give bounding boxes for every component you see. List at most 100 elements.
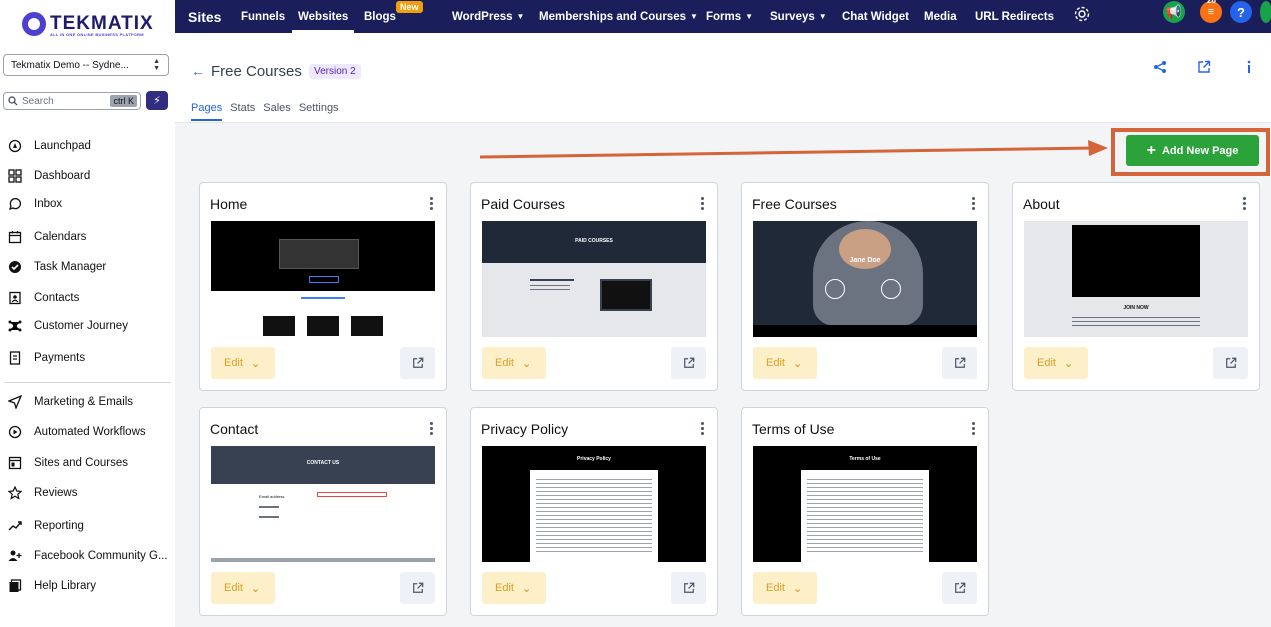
tab-sales[interactable]: Sales <box>263 102 291 121</box>
tab-stats[interactable]: Stats <box>230 102 255 121</box>
more-vertical-icon[interactable] <box>430 422 434 436</box>
external-link-icon[interactable] <box>1196 59 1212 75</box>
share-icon[interactable] <box>1152 59 1168 75</box>
nav-chat-widget[interactable]: Chat Widget <box>842 0 909 33</box>
open-page-button[interactable] <box>400 347 435 379</box>
thumb-heading: Privacy Policy <box>577 456 611 462</box>
sidebar-item-facebook-community[interactable]: Facebook Community G... <box>8 546 173 566</box>
nav-url-redirects[interactable]: URL Redirects <box>975 0 1054 33</box>
card-title: Terms of Use <box>752 421 835 437</box>
chevron-down-icon: ⌄ <box>250 357 261 370</box>
sidebar-item-task-manager[interactable]: Task Manager <box>8 257 173 277</box>
page-card-privacy-policy[interactable]: Privacy Policy Privacy Policy Edit ⌄ <box>470 407 718 616</box>
page-header: ← Free Courses Version 2 Pages Stats Sal… <box>175 33 1271 123</box>
nav-blogs[interactable]: Blogs <box>364 0 396 33</box>
thumb-heading: Terms of Use <box>849 456 881 462</box>
edit-button[interactable]: Edit ⌄ <box>1024 347 1088 379</box>
send-icon <box>8 395 22 409</box>
search-shortcut: ctrl K <box>110 95 137 107</box>
nav-websites[interactable]: Websites <box>291 0 355 33</box>
chevron-down-icon: ▼ <box>745 12 754 21</box>
gear-icon[interactable] <box>1073 5 1091 23</box>
user-plus-icon <box>8 549 22 563</box>
grid-icon <box>8 169 22 183</box>
sidebar-item-launchpad[interactable]: Launchpad <box>8 136 173 156</box>
chat-icon <box>8 197 22 211</box>
tab-pages[interactable]: Pages <box>191 102 223 121</box>
plus-icon: + <box>1146 141 1156 159</box>
sidebar-item-reviews[interactable]: Reviews <box>8 483 173 503</box>
more-vertical-icon[interactable] <box>701 197 705 211</box>
page-card-about[interactable]: About JOIN NOW Edit ⌄ <box>1012 182 1260 391</box>
nav-title[interactable]: Sites <box>188 0 221 33</box>
nav-memberships-courses[interactable]: Memberships and Courses ▼ <box>539 0 698 33</box>
sidebar-item-marketing-emails[interactable]: Marketing & Emails <box>8 392 173 412</box>
rocket-icon <box>8 139 22 153</box>
account-name: Tekmatix Demo -- Sydne... <box>11 59 129 71</box>
more-vertical-icon[interactable] <box>430 197 434 211</box>
edit-button[interactable]: Edit ⌄ <box>482 572 546 604</box>
page-thumbnail: Privacy Policy <box>482 446 706 562</box>
help-button[interactable]: ? <box>1230 1 1252 23</box>
edit-label: Edit <box>766 357 785 369</box>
nav-wordpress[interactable]: WordPress ▼ <box>452 0 524 33</box>
brand-logo[interactable]: TEKMATIX ALL IN ONE ONLINE BUSINESS PLAT… <box>22 10 154 38</box>
sidebar-item-customer-journey[interactable]: Customer Journey <box>8 316 173 336</box>
back-arrow-icon[interactable]: ← <box>191 63 205 79</box>
info-icon[interactable] <box>1241 59 1257 75</box>
quick-actions-button[interactable]: ⚡ <box>146 91 168 110</box>
sidebar-item-sites-and-courses[interactable]: Sites and Courses <box>8 453 173 473</box>
sidebar-item-inbox[interactable]: Inbox <box>8 194 173 214</box>
annotation-arrow <box>480 140 1108 159</box>
tab-settings[interactable]: Settings <box>299 102 339 121</box>
page-card-home[interactable]: Home Edit ⌄ <box>199 182 447 391</box>
page-card-contact[interactable]: Contact CONTACT US Email address Edit ⌄ <box>199 407 447 616</box>
sidebar-item-label: Marketing & Emails <box>34 396 134 408</box>
nav-label: Forms <box>706 10 742 23</box>
add-new-page-button[interactable]: + Add New Page <box>1126 135 1259 166</box>
edit-button[interactable]: Edit ⌄ <box>211 572 275 604</box>
announcement-button[interactable]: 📢 <box>1163 1 1185 23</box>
page-card-free-courses[interactable]: Free Courses Jane Doe Edit ⌄ <box>741 182 989 391</box>
thumb-heading: PAID COURSES <box>575 238 613 244</box>
open-page-button[interactable] <box>1213 347 1248 379</box>
open-page-button[interactable] <box>671 347 706 379</box>
sidebar-item-label: Reporting <box>34 520 84 532</box>
edit-button[interactable]: Edit ⌄ <box>753 347 817 379</box>
payments-icon <box>8 351 22 365</box>
sidebar-item-automated-workflows[interactable]: Automated Workflows <box>8 422 173 442</box>
more-vertical-icon[interactable] <box>972 197 976 211</box>
more-vertical-icon[interactable] <box>972 422 976 436</box>
sidebar-item-reporting[interactable]: Reporting <box>8 516 173 536</box>
card-title: Privacy Policy <box>481 421 569 437</box>
sidebar-item-label: Dashboard <box>34 170 91 182</box>
nav-surveys[interactable]: Surveys ▼ <box>770 0 827 33</box>
account-switcher[interactable]: Tekmatix Demo -- Sydne... ▲ ▼ <box>3 54 169 76</box>
sidebar-item-payments[interactable]: Payments <box>8 348 173 368</box>
edit-button[interactable]: Edit ⌄ <box>211 347 275 379</box>
sidebar-item-dashboard[interactable]: Dashboard <box>8 166 173 186</box>
nav-funnels[interactable]: Funnels <box>241 0 285 33</box>
page-thumbnail: JOIN NOW <box>1024 221 1248 337</box>
page-thumbnail: CONTACT US Email address <box>211 446 435 562</box>
edit-label: Edit <box>224 357 243 369</box>
external-link-icon <box>412 357 423 368</box>
more-vertical-icon[interactable] <box>1243 197 1247 211</box>
open-page-button[interactable] <box>400 572 435 604</box>
sidebar-item-help-library[interactable]: Help Library <box>8 576 173 596</box>
open-page-button[interactable] <box>942 572 977 604</box>
open-page-button[interactable] <box>671 572 706 604</box>
more-vertical-icon[interactable] <box>701 422 705 436</box>
sidebar-item-contacts[interactable]: Contacts <box>8 288 173 308</box>
page-card-terms-of-use[interactable]: Terms of Use Terms of Use Edit ⌄ <box>741 407 989 616</box>
sidebar-item-label: Customer Journey <box>34 320 128 332</box>
sidebar-item-calendars[interactable]: Calendars <box>8 227 173 247</box>
edit-button[interactable]: Edit ⌄ <box>482 347 546 379</box>
nav-forms[interactable]: Forms ▼ <box>706 0 753 33</box>
page-card-paid-courses[interactable]: Paid Courses PAID COURSES Edit ⌄ <box>470 182 718 391</box>
nav-media[interactable]: Media <box>924 0 957 33</box>
open-page-button[interactable] <box>942 347 977 379</box>
search-input[interactable]: Search ctrl K <box>3 92 141 110</box>
avatar[interactable] <box>1260 1 1271 23</box>
edit-button[interactable]: Edit ⌄ <box>753 572 817 604</box>
